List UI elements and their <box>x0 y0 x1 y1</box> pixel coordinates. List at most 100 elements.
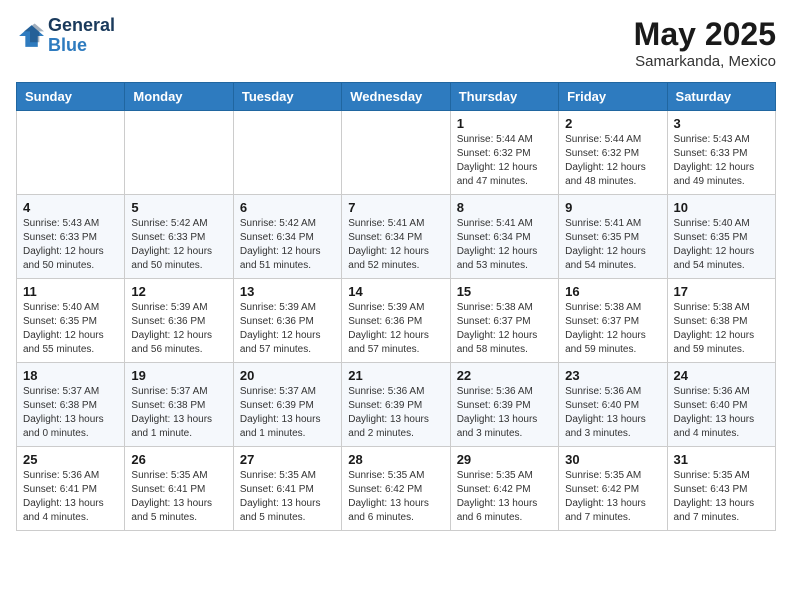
calendar-cell: 1Sunrise: 5:44 AM Sunset: 6:32 PM Daylig… <box>450 111 558 195</box>
calendar-week-3: 11Sunrise: 5:40 AM Sunset: 6:35 PM Dayli… <box>17 279 776 363</box>
weekday-header-monday: Monday <box>125 83 233 111</box>
day-number: 7 <box>348 200 443 215</box>
day-number: 27 <box>240 452 335 467</box>
day-number: 21 <box>348 368 443 383</box>
cell-info: Sunrise: 5:38 AM Sunset: 6:37 PM Dayligh… <box>457 301 552 357</box>
calendar-cell <box>342 111 450 195</box>
calendar-cell: 18 Sunrise: 5:37 AM Sunset: 6:38 PM Dayli… <box>17 363 125 447</box>
day-number: 2 <box>565 116 660 131</box>
cell-info: Sunrise: 5:41 AM Sunset: 6:35 PM Dayligh… <box>565 217 660 273</box>
cell-info: Sunrise: 5:36 AM Sunset: 6:39 PM Dayligh… <box>348 385 443 441</box>
calendar-cell: 9 Sunrise: 5:41 AM Sunset: 6:35 PM Daylig… <box>559 195 667 279</box>
calendar-cell: 25Sunrise: 5:36 AM Sunset: 6:41 PM Dayli… <box>17 447 125 531</box>
weekday-header-tuesday: Tuesday <box>233 83 341 111</box>
calendar-cell: 3Sunrise: 5:43 AM Sunset: 6:33 PM Daylig… <box>667 111 775 195</box>
cell-info: Sunrise: 5:35 AM Sunset: 6:42 PM Dayligh… <box>565 469 660 525</box>
cell-info: Sunrise: 5:39 AM Sunset: 6:36 PM Dayligh… <box>131 301 226 357</box>
calendar-cell: 23Sunrise: 5:36 AM Sunset: 6:40 PM Dayli… <box>559 363 667 447</box>
cell-info: Sunrise: 5:38 AM Sunset: 6:38 PM Dayligh… <box>674 301 769 357</box>
day-number: 20 <box>240 368 335 383</box>
calendar: SundayMondayTuesdayWednesdayThursdayFrid… <box>16 82 776 531</box>
calendar-cell: 16 Sunrise: 5:38 AM Sunset: 6:37 PM Dayli… <box>559 279 667 363</box>
day-number: 10 <box>674 200 769 215</box>
day-number: 26 <box>131 452 226 467</box>
calendar-cell: 21 Sunrise: 5:36 AM Sunset: 6:39 PM Dayli… <box>342 363 450 447</box>
calendar-cell: 31 Sunrise: 5:35 AM Sunset: 6:43 PM Dayli… <box>667 447 775 531</box>
cell-info: Sunrise: 5:43 AM Sunset: 6:33 PM Dayligh… <box>674 133 769 189</box>
cell-info: Sunrise: 5:35 AM Sunset: 6:43 PM Dayligh… <box>674 469 769 525</box>
calendar-week-1: 1Sunrise: 5:44 AM Sunset: 6:32 PM Daylig… <box>17 111 776 195</box>
calendar-cell: 2Sunrise: 5:44 AM Sunset: 6:32 PM Daylig… <box>559 111 667 195</box>
cell-info: Sunrise: 5:35 AM Sunset: 6:42 PM Dayligh… <box>457 469 552 525</box>
weekday-header-thursday: Thursday <box>450 83 558 111</box>
day-number: 30 <box>565 452 660 467</box>
day-number: 12 <box>131 284 226 299</box>
day-number: 9 <box>565 200 660 215</box>
calendar-cell: 24Sunrise: 5:36 AM Sunset: 6:40 PM Dayli… <box>667 363 775 447</box>
cell-info: Sunrise: 5:40 AM Sunset: 6:35 PM Dayligh… <box>674 217 769 273</box>
calendar-cell: 29 Sunrise: 5:35 AM Sunset: 6:42 PM Dayli… <box>450 447 558 531</box>
calendar-cell <box>17 111 125 195</box>
calendar-cell: 30 Sunrise: 5:35 AM Sunset: 6:42 PM Dayli… <box>559 447 667 531</box>
weekday-header-friday: Friday <box>559 83 667 111</box>
cell-info: Sunrise: 5:35 AM Sunset: 6:42 PM Dayligh… <box>348 469 443 525</box>
logo: General Blue <box>16 16 115 56</box>
day-number: 23 <box>565 368 660 383</box>
cell-info: Sunrise: 5:37 AM Sunset: 6:38 PM Dayligh… <box>23 385 118 441</box>
day-number: 16 <box>565 284 660 299</box>
calendar-week-5: 25Sunrise: 5:36 AM Sunset: 6:41 PM Dayli… <box>17 447 776 531</box>
day-number: 18 <box>23 368 118 383</box>
day-number: 24 <box>674 368 769 383</box>
day-number: 19 <box>131 368 226 383</box>
calendar-cell: 20 Sunrise: 5:37 AM Sunset: 6:39 PM Dayli… <box>233 363 341 447</box>
calendar-cell: 10 Sunrise: 5:40 AM Sunset: 6:35 PM Dayli… <box>667 195 775 279</box>
cell-info: Sunrise: 5:37 AM Sunset: 6:39 PM Dayligh… <box>240 385 335 441</box>
cell-info: Sunrise: 5:36 AM Sunset: 6:41 PM Dayligh… <box>23 469 118 525</box>
calendar-cell: 27 Sunrise: 5:35 AM Sunset: 6:41 PM Dayli… <box>233 447 341 531</box>
calendar-cell: 22Sunrise: 5:36 AM Sunset: 6:39 PM Dayli… <box>450 363 558 447</box>
calendar-cell: 15 Sunrise: 5:38 AM Sunset: 6:37 PM Dayli… <box>450 279 558 363</box>
calendar-cell <box>125 111 233 195</box>
day-number: 17 <box>674 284 769 299</box>
weekday-header-sunday: Sunday <box>17 83 125 111</box>
cell-info: Sunrise: 5:40 AM Sunset: 6:35 PM Dayligh… <box>23 301 118 357</box>
cell-info: Sunrise: 5:38 AM Sunset: 6:37 PM Dayligh… <box>565 301 660 357</box>
cell-info: Sunrise: 5:35 AM Sunset: 6:41 PM Dayligh… <box>131 469 226 525</box>
cell-info: Sunrise: 5:35 AM Sunset: 6:41 PM Dayligh… <box>240 469 335 525</box>
day-number: 5 <box>131 200 226 215</box>
cell-info: Sunrise: 5:36 AM Sunset: 6:39 PM Dayligh… <box>457 385 552 441</box>
calendar-week-2: 4 Sunrise: 5:43 AM Sunset: 6:33 PM Daylig… <box>17 195 776 279</box>
logo-icon <box>16 22 44 50</box>
calendar-cell: 19 Sunrise: 5:37 AM Sunset: 6:38 PM Dayli… <box>125 363 233 447</box>
day-number: 15 <box>457 284 552 299</box>
day-number: 4 <box>23 200 118 215</box>
weekday-header-row: SundayMondayTuesdayWednesdayThursdayFrid… <box>17 83 776 111</box>
cell-info: Sunrise: 5:39 AM Sunset: 6:36 PM Dayligh… <box>240 301 335 357</box>
day-number: 14 <box>348 284 443 299</box>
cell-info: Sunrise: 5:37 AM Sunset: 6:38 PM Dayligh… <box>131 385 226 441</box>
cell-info: Sunrise: 5:41 AM Sunset: 6:34 PM Dayligh… <box>457 217 552 273</box>
main-title: May 2025 <box>634 16 776 53</box>
cell-info: Sunrise: 5:43 AM Sunset: 6:33 PM Dayligh… <box>23 217 118 273</box>
calendar-cell: 12 Sunrise: 5:39 AM Sunset: 6:36 PM Dayli… <box>125 279 233 363</box>
day-number: 29 <box>457 452 552 467</box>
weekday-header-saturday: Saturday <box>667 83 775 111</box>
calendar-cell: 11Sunrise: 5:40 AM Sunset: 6:35 PM Dayli… <box>17 279 125 363</box>
cell-info: Sunrise: 5:42 AM Sunset: 6:33 PM Dayligh… <box>131 217 226 273</box>
calendar-cell: 28 Sunrise: 5:35 AM Sunset: 6:42 PM Dayli… <box>342 447 450 531</box>
cell-info: Sunrise: 5:44 AM Sunset: 6:32 PM Dayligh… <box>457 133 552 189</box>
calendar-week-4: 18 Sunrise: 5:37 AM Sunset: 6:38 PM Dayli… <box>17 363 776 447</box>
calendar-cell: 13 Sunrise: 5:39 AM Sunset: 6:36 PM Dayli… <box>233 279 341 363</box>
calendar-cell: 14Sunrise: 5:39 AM Sunset: 6:36 PM Dayli… <box>342 279 450 363</box>
day-number: 6 <box>240 200 335 215</box>
calendar-cell: 5 Sunrise: 5:42 AM Sunset: 6:33 PM Daylig… <box>125 195 233 279</box>
weekday-header-wednesday: Wednesday <box>342 83 450 111</box>
day-number: 13 <box>240 284 335 299</box>
day-number: 8 <box>457 200 552 215</box>
logo-line2: Blue <box>48 36 115 56</box>
title-block: May 2025 Samarkanda, Mexico <box>634 16 776 70</box>
logo-text: General Blue <box>48 16 115 56</box>
day-number: 31 <box>674 452 769 467</box>
day-number: 28 <box>348 452 443 467</box>
calendar-cell: 6Sunrise: 5:42 AM Sunset: 6:34 PM Daylig… <box>233 195 341 279</box>
